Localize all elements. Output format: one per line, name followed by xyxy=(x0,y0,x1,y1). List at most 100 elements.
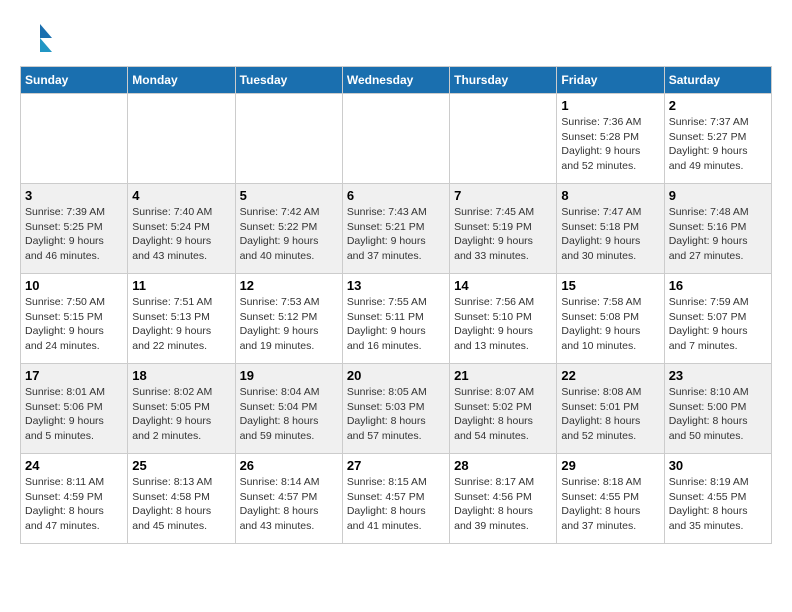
calendar-cell: 7 Sunrise: 7:45 AM Sunset: 5:19 PM Daylig… xyxy=(450,184,557,274)
day-number: 4 xyxy=(132,188,230,203)
weekday-header: Wednesday xyxy=(342,67,449,94)
day-info: Sunrise: 7:37 AM Sunset: 5:27 PM Dayligh… xyxy=(669,115,767,174)
day-number: 1 xyxy=(561,98,659,113)
day-number: 9 xyxy=(669,188,767,203)
day-info: Sunrise: 8:10 AM Sunset: 5:00 PM Dayligh… xyxy=(669,385,767,444)
day-info: Sunrise: 8:08 AM Sunset: 5:01 PM Dayligh… xyxy=(561,385,659,444)
calendar: SundayMondayTuesdayWednesdayThursdayFrid… xyxy=(20,66,772,544)
day-info: Sunrise: 7:50 AM Sunset: 5:15 PM Dayligh… xyxy=(25,295,123,354)
calendar-cell: 29 Sunrise: 8:18 AM Sunset: 4:55 PM Dayli… xyxy=(557,454,664,544)
calendar-cell: 12 Sunrise: 7:53 AM Sunset: 5:12 PM Dayli… xyxy=(235,274,342,364)
calendar-cell: 19 Sunrise: 8:04 AM Sunset: 5:04 PM Dayli… xyxy=(235,364,342,454)
calendar-cell: 4 Sunrise: 7:40 AM Sunset: 5:24 PM Daylig… xyxy=(128,184,235,274)
calendar-cell: 11 Sunrise: 7:51 AM Sunset: 5:13 PM Dayli… xyxy=(128,274,235,364)
day-info: Sunrise: 7:56 AM Sunset: 5:10 PM Dayligh… xyxy=(454,295,552,354)
day-number: 11 xyxy=(132,278,230,293)
weekday-header: Saturday xyxy=(664,67,771,94)
calendar-cell: 16 Sunrise: 7:59 AM Sunset: 5:07 PM Dayli… xyxy=(664,274,771,364)
calendar-cell: 27Sunrise: 8:15 AM Sunset: 4:57 PM Dayli… xyxy=(342,454,449,544)
calendar-week-row: 17Sunrise: 8:01 AM Sunset: 5:06 PM Dayli… xyxy=(21,364,772,454)
calendar-cell: 20 Sunrise: 8:05 AM Sunset: 5:03 PM Dayli… xyxy=(342,364,449,454)
day-info: Sunrise: 8:05 AM Sunset: 5:03 PM Dayligh… xyxy=(347,385,445,444)
day-number: 16 xyxy=(669,278,767,293)
day-info: Sunrise: 8:02 AM Sunset: 5:05 PM Dayligh… xyxy=(132,385,230,444)
day-info: Sunrise: 8:11 AM Sunset: 4:59 PM Dayligh… xyxy=(25,475,123,534)
calendar-cell: 14 Sunrise: 7:56 AM Sunset: 5:10 PM Dayli… xyxy=(450,274,557,364)
day-number: 13 xyxy=(347,278,445,293)
calendar-cell: 24 Sunrise: 8:11 AM Sunset: 4:59 PM Dayli… xyxy=(21,454,128,544)
day-number: 24 xyxy=(25,458,123,473)
calendar-cell: 28 Sunrise: 8:17 AM Sunset: 4:56 PM Dayli… xyxy=(450,454,557,544)
calendar-cell: 23 Sunrise: 8:10 AM Sunset: 5:00 PM Dayli… xyxy=(664,364,771,454)
day-info: Sunrise: 7:55 AM Sunset: 5:11 PM Dayligh… xyxy=(347,295,445,354)
calendar-cell: 1 Sunrise: 7:36 AM Sunset: 5:28 PM Daylig… xyxy=(557,94,664,184)
page-header xyxy=(20,20,772,56)
day-number: 5 xyxy=(240,188,338,203)
day-info: Sunrise: 7:40 AM Sunset: 5:24 PM Dayligh… xyxy=(132,205,230,264)
calendar-cell xyxy=(342,94,449,184)
calendar-cell: 15Sunrise: 7:58 AM Sunset: 5:08 PM Dayli… xyxy=(557,274,664,364)
calendar-cell: 10 Sunrise: 7:50 AM Sunset: 5:15 PM Dayli… xyxy=(21,274,128,364)
calendar-cell: 21 Sunrise: 8:07 AM Sunset: 5:02 PM Dayli… xyxy=(450,364,557,454)
day-number: 8 xyxy=(561,188,659,203)
day-info: Sunrise: 7:53 AM Sunset: 5:12 PM Dayligh… xyxy=(240,295,338,354)
day-number: 10 xyxy=(25,278,123,293)
day-info: Sunrise: 8:07 AM Sunset: 5:02 PM Dayligh… xyxy=(454,385,552,444)
day-info: Sunrise: 8:14 AM Sunset: 4:57 PM Dayligh… xyxy=(240,475,338,534)
day-info: Sunrise: 8:19 AM Sunset: 4:55 PM Dayligh… xyxy=(669,475,767,534)
calendar-week-row: 10 Sunrise: 7:50 AM Sunset: 5:15 PM Dayli… xyxy=(21,274,772,364)
day-number: 14 xyxy=(454,278,552,293)
day-info: Sunrise: 8:18 AM Sunset: 4:55 PM Dayligh… xyxy=(561,475,659,534)
day-number: 7 xyxy=(454,188,552,203)
calendar-cell: 3Sunrise: 7:39 AM Sunset: 5:25 PM Daylig… xyxy=(21,184,128,274)
day-info: Sunrise: 7:47 AM Sunset: 5:18 PM Dayligh… xyxy=(561,205,659,264)
calendar-cell: 9 Sunrise: 7:48 AM Sunset: 5:16 PM Daylig… xyxy=(664,184,771,274)
logo-icon xyxy=(20,20,56,56)
day-info: Sunrise: 7:42 AM Sunset: 5:22 PM Dayligh… xyxy=(240,205,338,264)
calendar-cell xyxy=(21,94,128,184)
calendar-week-row: 24 Sunrise: 8:11 AM Sunset: 4:59 PM Dayli… xyxy=(21,454,772,544)
calendar-week-row: 3Sunrise: 7:39 AM Sunset: 5:25 PM Daylig… xyxy=(21,184,772,274)
calendar-cell: 17Sunrise: 8:01 AM Sunset: 5:06 PM Dayli… xyxy=(21,364,128,454)
day-number: 22 xyxy=(561,368,659,383)
weekday-header: Thursday xyxy=(450,67,557,94)
day-info: Sunrise: 7:45 AM Sunset: 5:19 PM Dayligh… xyxy=(454,205,552,264)
day-info: Sunrise: 8:15 AM Sunset: 4:57 PM Dayligh… xyxy=(347,475,445,534)
calendar-cell xyxy=(450,94,557,184)
calendar-cell: 2 Sunrise: 7:37 AM Sunset: 5:27 PM Daylig… xyxy=(664,94,771,184)
day-info: Sunrise: 7:51 AM Sunset: 5:13 PM Dayligh… xyxy=(132,295,230,354)
calendar-cell: 26Sunrise: 8:14 AM Sunset: 4:57 PM Dayli… xyxy=(235,454,342,544)
calendar-cell xyxy=(235,94,342,184)
day-info: Sunrise: 7:58 AM Sunset: 5:08 PM Dayligh… xyxy=(561,295,659,354)
calendar-cell: 13 Sunrise: 7:55 AM Sunset: 5:11 PM Dayli… xyxy=(342,274,449,364)
day-info: Sunrise: 7:59 AM Sunset: 5:07 PM Dayligh… xyxy=(669,295,767,354)
day-number: 6 xyxy=(347,188,445,203)
day-info: Sunrise: 8:04 AM Sunset: 5:04 PM Dayligh… xyxy=(240,385,338,444)
calendar-cell xyxy=(128,94,235,184)
day-number: 23 xyxy=(669,368,767,383)
day-number: 20 xyxy=(347,368,445,383)
day-info: Sunrise: 7:36 AM Sunset: 5:28 PM Dayligh… xyxy=(561,115,659,174)
calendar-cell: 22 Sunrise: 8:08 AM Sunset: 5:01 PM Dayli… xyxy=(557,364,664,454)
day-number: 25 xyxy=(132,458,230,473)
calendar-cell: 18Sunrise: 8:02 AM Sunset: 5:05 PM Dayli… xyxy=(128,364,235,454)
day-info: Sunrise: 7:48 AM Sunset: 5:16 PM Dayligh… xyxy=(669,205,767,264)
day-info: Sunrise: 7:43 AM Sunset: 5:21 PM Dayligh… xyxy=(347,205,445,264)
day-number: 2 xyxy=(669,98,767,113)
weekday-header: Monday xyxy=(128,67,235,94)
calendar-week-row: 1 Sunrise: 7:36 AM Sunset: 5:28 PM Daylig… xyxy=(21,94,772,184)
day-number: 17 xyxy=(25,368,123,383)
calendar-cell: 8 Sunrise: 7:47 AM Sunset: 5:18 PM Daylig… xyxy=(557,184,664,274)
weekday-header: Sunday xyxy=(21,67,128,94)
day-number: 19 xyxy=(240,368,338,383)
day-number: 29 xyxy=(561,458,659,473)
day-number: 12 xyxy=(240,278,338,293)
weekday-header: Tuesday xyxy=(235,67,342,94)
calendar-cell: 5 Sunrise: 7:42 AM Sunset: 5:22 PM Daylig… xyxy=(235,184,342,274)
calendar-cell: 30Sunrise: 8:19 AM Sunset: 4:55 PM Dayli… xyxy=(664,454,771,544)
calendar-header-row: SundayMondayTuesdayWednesdayThursdayFrid… xyxy=(21,67,772,94)
day-number: 28 xyxy=(454,458,552,473)
day-info: Sunrise: 8:17 AM Sunset: 4:56 PM Dayligh… xyxy=(454,475,552,534)
day-number: 21 xyxy=(454,368,552,383)
calendar-cell: 6 Sunrise: 7:43 AM Sunset: 5:21 PM Daylig… xyxy=(342,184,449,274)
